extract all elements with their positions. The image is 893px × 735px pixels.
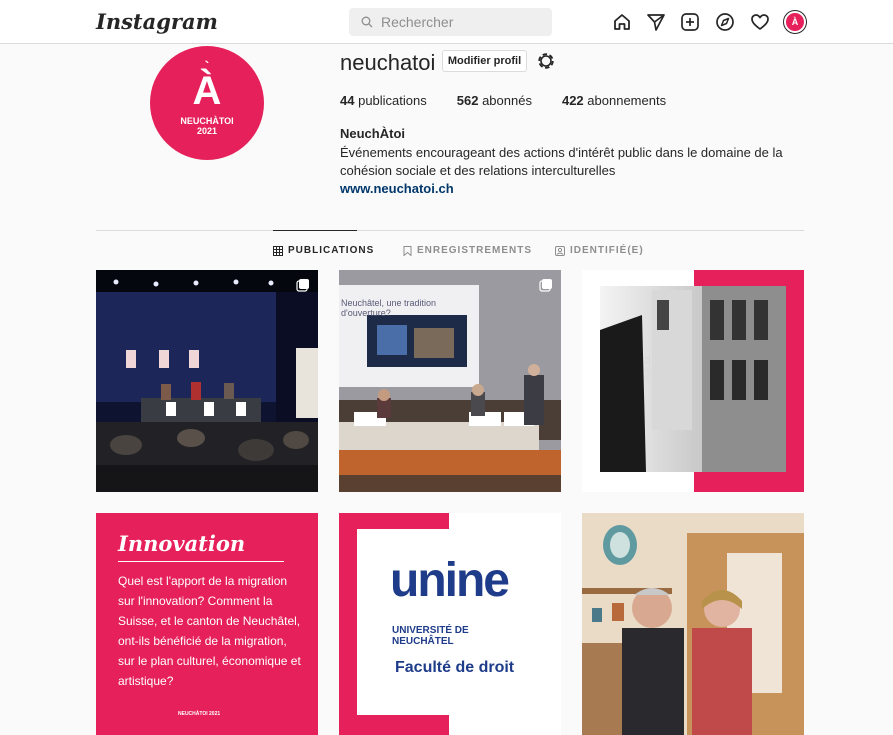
explore-icon[interactable] [714, 11, 736, 33]
instagram-logo[interactable]: Instagram [96, 9, 218, 34]
post-unine[interactable]: unine UNIVERSITÉ DE NEUCHÂTEL Faculté de… [339, 513, 561, 735]
tabs-divider [96, 230, 804, 231]
tab-publications[interactable]: PUBLICATIONS [273, 245, 374, 256]
unine-university-name: UNIVERSITÉ DE NEUCHÂTEL [392, 625, 469, 647]
multiple-images-icon [296, 279, 309, 292]
bookmark-icon [403, 245, 412, 256]
tab-label: ENREGISTREMENTS [417, 245, 533, 256]
profile-stats: 44 publications 562 abonnés 422 abonneme… [340, 93, 696, 108]
edit-profile-button[interactable]: Modifier profil [442, 50, 527, 72]
profile-username: neuchatoi [340, 50, 436, 75]
post-couple-photo[interactable] [582, 513, 804, 735]
couple-photo [582, 513, 804, 735]
direct-messages-icon[interactable] [645, 11, 667, 33]
stat-count: 422 [561, 93, 584, 108]
stat-label: publications [358, 93, 427, 108]
activity-heart-icon[interactable] [749, 11, 771, 33]
post-innovation[interactable]: Innovation Quel est l'apport de la migra… [96, 513, 318, 735]
top-navigation-bar: Instagram À [0, 0, 893, 44]
tab-saved[interactable]: ENREGISTREMENTS [403, 245, 532, 256]
multiple-images-icon [539, 279, 552, 292]
building-photo [582, 270, 804, 492]
stat-followers[interactable]: 562 abonnés [457, 93, 532, 108]
bio-website-link[interactable]: www.neuchatoi.ch [340, 181, 454, 196]
unine-logo: unine [390, 554, 510, 607]
post-building-club44[interactable]: club 44 [582, 270, 804, 492]
stat-label: abonnements [587, 93, 667, 108]
innovation-footer: NEUCHÀTOI 2021 [178, 711, 221, 717]
club44-sign: club 44 [644, 356, 653, 382]
bio-description: Événements encourageant des actions d'in… [340, 145, 783, 178]
profile-picture[interactable]: ` À NEUCHÀTOI 2021 [150, 46, 264, 160]
tab-tagged[interactable]: IDENTIFIÉ(E) [555, 245, 644, 256]
home-icon[interactable] [611, 11, 633, 33]
projector-slide-title: Neuchâtel, une tradition d'ouverture? [341, 298, 437, 318]
innovation-body: Quel est l'apport de la migration sur l'… [118, 574, 301, 688]
profile-picture-name: NEUCHÀTOI [180, 116, 234, 126]
conference-stage-photo [96, 270, 318, 492]
active-tab-indicator [273, 230, 357, 231]
tag-icon [555, 245, 565, 256]
profile-picture-letter: À [192, 69, 222, 113]
innovation-title: Innovation [118, 531, 246, 556]
post-conference-stage[interactable] [96, 270, 318, 492]
stat-count: 44 [340, 93, 355, 108]
bio-display-name: NeuchÀtoi [340, 126, 405, 141]
stat-label: abonnés [482, 93, 532, 108]
stat-publications[interactable]: 44 publications [340, 93, 427, 108]
search-input[interactable] [381, 14, 541, 30]
tab-label: IDENTIFIÉ(E) [570, 245, 644, 256]
profile-picture-year: 2021 [196, 126, 218, 136]
innovation-underline [118, 561, 284, 562]
post-conference-projector[interactable]: Neuchâtel, une tradition d'ouverture? [339, 270, 561, 492]
search-box[interactable] [349, 8, 552, 36]
grid-icon [273, 245, 283, 256]
new-post-icon[interactable] [679, 11, 701, 33]
settings-gear-icon[interactable] [536, 51, 556, 71]
tab-label: PUBLICATIONS [288, 245, 375, 256]
unine-faculty: Faculté de droit [395, 659, 515, 676]
stat-following[interactable]: 422 abonnements [562, 93, 666, 108]
profile-avatar[interactable]: À [784, 11, 806, 33]
search-icon [361, 16, 373, 28]
stat-count: 562 [456, 93, 479, 108]
